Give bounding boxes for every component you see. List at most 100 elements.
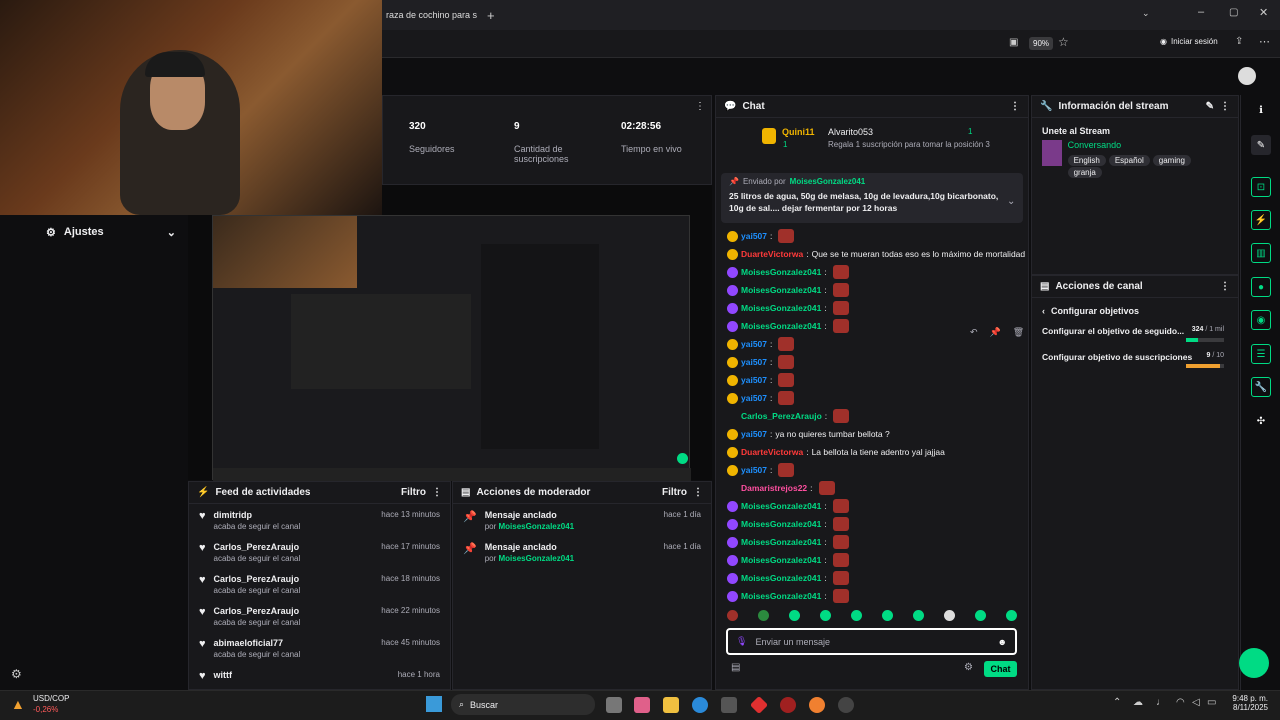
chevron-down-icon[interactable]: ⌄ bbox=[1007, 196, 1015, 207]
file-explorer-icon[interactable] bbox=[663, 697, 679, 713]
feed-user[interactable]: Carlos_PerezAraujo bbox=[214, 542, 301, 552]
chat-username[interactable]: MoisesGonzalez041 bbox=[741, 501, 821, 511]
chat-settings-icon[interactable]: ⚙ bbox=[964, 662, 973, 673]
cloud-icon[interactable]: ☁ bbox=[1133, 697, 1143, 708]
feed-filter-button[interactable]: Filtro bbox=[401, 487, 426, 498]
microphone-icon[interactable]: ♩ bbox=[1156, 697, 1166, 708]
new-tab-button[interactable]: + bbox=[487, 8, 495, 23]
chat-username[interactable]: Carlos_PerezAraujo bbox=[741, 411, 822, 421]
info-menu-icon[interactable]: ⋮ bbox=[1220, 101, 1230, 112]
favorite-star-icon[interactable]: ☆ bbox=[1058, 35, 1069, 49]
store-icon[interactable] bbox=[721, 697, 737, 713]
feed-user[interactable]: Carlos_PerezAraujo bbox=[214, 606, 301, 616]
emote-icon[interactable] bbox=[975, 610, 986, 621]
chat-username[interactable]: MoisesGonzalez041 bbox=[741, 573, 821, 583]
emote-icon[interactable] bbox=[1006, 610, 1017, 621]
settings-section[interactable]: ⚙ Ajustes ⌄ bbox=[36, 218, 188, 246]
goal-row[interactable]: Configurar el objetivo de seguido... 324… bbox=[1032, 324, 1238, 350]
modact-user[interactable]: MoisesGonzalez041 bbox=[499, 522, 575, 531]
close-window-button[interactable]: ✕ bbox=[1259, 6, 1268, 19]
battery-icon[interactable]: ▭ bbox=[1207, 697, 1216, 708]
reply-icon[interactable]: ↶ bbox=[970, 327, 978, 345]
chat-username[interactable]: MoisesGonzalez041 bbox=[741, 519, 821, 529]
chat-username[interactable]: yai507 bbox=[741, 393, 767, 403]
chat-username[interactable]: Damaristrejos22 bbox=[741, 483, 807, 493]
volume-icon[interactable]: ◁ bbox=[1192, 697, 1200, 708]
tag[interactable]: Español bbox=[1108, 155, 1150, 166]
browser-tab[interactable]: raza de cochino para s bbox=[382, 0, 492, 30]
emote-icon[interactable] bbox=[727, 610, 738, 621]
emote-icon[interactable] bbox=[758, 610, 769, 621]
emote-icon[interactable] bbox=[789, 610, 800, 621]
app-icon[interactable] bbox=[838, 697, 854, 713]
extensions-icon[interactable]: ✣ bbox=[1251, 411, 1271, 431]
feed-menu-icon[interactable]: ⋮ bbox=[432, 487, 442, 498]
focus-icon[interactable]: ⊡ bbox=[1251, 177, 1271, 197]
chat-username[interactable]: MoisesGonzalez041 bbox=[741, 285, 821, 295]
mic-icon[interactable]: 🎙 bbox=[736, 636, 747, 647]
tag[interactable]: granja bbox=[1067, 167, 1102, 178]
chat-username[interactable]: DuarteVictorwa bbox=[741, 249, 803, 259]
layers-icon[interactable]: ☰ bbox=[1251, 344, 1271, 364]
clipboard-icon[interactable]: ▥ bbox=[1251, 243, 1271, 263]
modact-menu-icon[interactable]: ⋮ bbox=[693, 487, 703, 498]
chat-username[interactable]: yai507 bbox=[741, 339, 767, 349]
emote-icon[interactable] bbox=[820, 610, 831, 621]
copilot-icon[interactable] bbox=[634, 697, 650, 713]
ticker-label[interactable]: USD/COP bbox=[33, 694, 69, 703]
goal-row[interactable]: Configurar objetivo de suscripciones 9 /… bbox=[1032, 350, 1238, 376]
emote-icon[interactable] bbox=[913, 610, 924, 621]
chat-username[interactable]: MoisesGonzalez041 bbox=[741, 303, 821, 313]
signin-button[interactable]: ◉ Iniciar sesión bbox=[1160, 37, 1218, 46]
app-icon[interactable] bbox=[780, 697, 796, 713]
feed-user[interactable]: dimitridp bbox=[214, 510, 301, 520]
tag[interactable]: gaming bbox=[1152, 155, 1192, 166]
tray-chevron-icon[interactable]: ⌃ bbox=[1113, 697, 1121, 708]
tag[interactable]: English bbox=[1067, 155, 1106, 166]
floating-action-button[interactable] bbox=[1239, 648, 1269, 678]
wifi-icon[interactable]: ◠ bbox=[1176, 697, 1185, 708]
chat-menu-icon[interactable]: ⋮ bbox=[1010, 101, 1020, 112]
chat-username[interactable]: DuarteVictorwa bbox=[741, 447, 803, 457]
wrench-icon[interactable]: 🔧 bbox=[1251, 377, 1271, 397]
edit-icon[interactable]: ✎ bbox=[1251, 135, 1271, 155]
bottom-gear-icon[interactable]: ⚙ bbox=[11, 667, 22, 681]
goals-back[interactable]: ‹ Configurar objetivos bbox=[1032, 298, 1238, 324]
leader-user[interactable]: Quini11 bbox=[782, 127, 815, 137]
taskbar-search[interactable]: ⌕ Buscar bbox=[451, 694, 595, 715]
chat-bubble-icon[interactable]: ● bbox=[1251, 277, 1271, 297]
emote-icon[interactable] bbox=[944, 610, 955, 621]
chat-username[interactable]: MoisesGonzalez041 bbox=[741, 267, 821, 277]
category-name[interactable]: Conversando bbox=[1068, 140, 1228, 150]
tab-list-icon[interactable]: ⌄ bbox=[1142, 8, 1150, 19]
windows-start-icon[interactable] bbox=[426, 696, 442, 712]
acciones-menu-icon[interactable]: ⋮ bbox=[1220, 281, 1230, 292]
feed-user[interactable]: Carlos_PerezAraujo bbox=[214, 574, 301, 584]
feed-user[interactable]: wittf bbox=[214, 670, 233, 680]
second-user[interactable]: Alvarito053 bbox=[828, 127, 873, 137]
chat-username[interactable]: yai507 bbox=[741, 375, 767, 385]
chat-username[interactable]: yai507 bbox=[741, 429, 767, 439]
chat-username[interactable]: MoisesGonzalez041 bbox=[741, 591, 821, 601]
edge-icon[interactable] bbox=[692, 697, 708, 713]
avatar[interactable] bbox=[1238, 67, 1256, 85]
pinned-by-user[interactable]: MoisesGonzalez041 bbox=[790, 177, 866, 186]
emote-icon[interactable] bbox=[882, 610, 893, 621]
chat-send-button[interactable]: Chat bbox=[984, 661, 1017, 677]
store-icon[interactable]: ▤ bbox=[731, 662, 740, 673]
chat-username[interactable]: yai507 bbox=[741, 231, 767, 241]
pin-action-icon[interactable]: 📌 bbox=[990, 327, 1001, 345]
task-view-icon[interactable] bbox=[606, 697, 622, 713]
bolt-icon[interactable]: ⚡ bbox=[1251, 210, 1271, 230]
zoom-level[interactable]: 90% bbox=[1029, 37, 1054, 50]
clock[interactable]: 9:48 p. m. 8/11/2025 bbox=[1226, 694, 1268, 712]
chat-username[interactable]: MoisesGonzalez041 bbox=[741, 321, 821, 331]
chat-input[interactable]: 🎙 Enviar un mensaje ☻ bbox=[726, 628, 1017, 655]
chat-username[interactable]: MoisesGonzalez041 bbox=[741, 537, 821, 547]
chat-username[interactable]: yai507 bbox=[741, 465, 767, 475]
feed-user[interactable]: abimaeloficial77 bbox=[214, 638, 301, 648]
info-icon[interactable]: ℹ bbox=[1251, 100, 1271, 120]
maximize-button[interactable]: ▢ bbox=[1229, 7, 1238, 18]
chat-username[interactable]: yai507 bbox=[741, 357, 767, 367]
screen-icon[interactable]: ▣ bbox=[1009, 37, 1018, 48]
